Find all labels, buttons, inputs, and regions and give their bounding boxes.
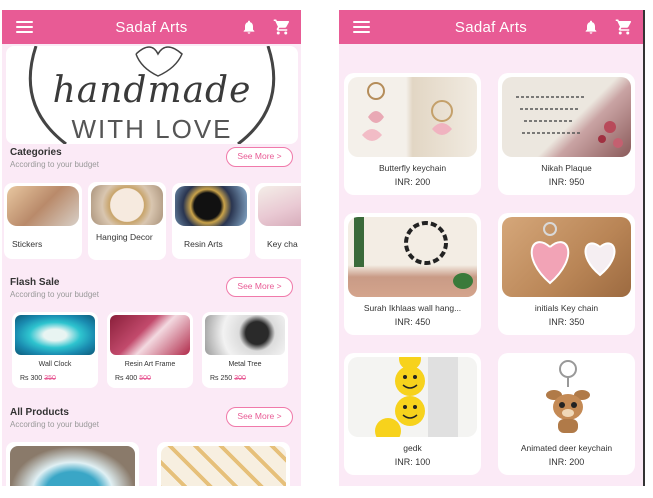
product-card[interactable]	[6, 442, 139, 486]
product-name: Butterfly keychain	[378, 163, 447, 173]
category-card-stickers[interactable]: Stickers	[4, 183, 82, 259]
heart-keychain-decoration	[530, 222, 616, 285]
category-card-hanging-decor[interactable]: Hanging Decor	[88, 182, 166, 260]
all-products-title: All Products	[10, 407, 69, 418]
smiley-sticker-roll	[375, 357, 458, 437]
product-image	[161, 446, 286, 486]
product-price: Rs 400 500	[115, 375, 151, 382]
product-name: Metal Tree	[228, 361, 262, 368]
product-image	[502, 217, 631, 297]
category-label: Key cha	[267, 239, 298, 249]
resin-arts-image	[175, 186, 247, 226]
product-price: Rs 250 300	[210, 375, 246, 382]
home-screen: Sadaf Arts handmade WITH LOVE Categories…	[2, 10, 301, 486]
category-label: Resin Arts	[184, 239, 223, 249]
product-image	[348, 357, 477, 437]
flash-sale-subtitle: According to your budget	[10, 290, 99, 299]
product-card-initials-keychain[interactable]: initials Key chain INR: 350	[498, 213, 635, 335]
flash-sale-card-resin-art-frame[interactable]: Resin Art Frame Rs 400 500	[107, 312, 193, 388]
flash-sale-title: Flash Sale	[10, 277, 60, 288]
keychains-image	[258, 186, 301, 226]
cart-icon[interactable]	[615, 18, 633, 36]
product-price: Rs 300 350	[20, 375, 56, 382]
product-name: initials Key chain	[534, 303, 599, 313]
product-image	[348, 77, 477, 157]
banner-script-text: handmade	[52, 70, 252, 111]
product-price: INR: 200	[394, 177, 431, 187]
product-image	[502, 357, 631, 437]
product-card-animated-deer-keychain[interactable]: Animated deer keychain INR: 200	[498, 353, 635, 475]
product-card-surah-ikhlaas[interactable]: Surah Ikhlaas wall hang... INR: 450	[344, 213, 481, 335]
product-image	[348, 217, 477, 297]
product-image	[10, 446, 135, 486]
products-screen: Sadaf Arts Butterfly keychain INR: 200 N…	[339, 10, 645, 486]
product-name: Nikah Plaque	[541, 163, 592, 173]
calligraphy-decoration	[354, 217, 473, 289]
categories-title: Categories	[10, 147, 62, 158]
category-label: Hanging Decor	[96, 232, 153, 242]
categories-see-more-button[interactable]: See More >	[226, 147, 293, 167]
category-card-resin-arts[interactable]: Resin Arts	[172, 183, 250, 259]
product-name: Surah Ikhlaas wall hang...	[363, 303, 462, 313]
product-price: INR: 450	[394, 317, 431, 327]
product-price: INR: 100	[394, 457, 431, 467]
stickers-image	[7, 186, 79, 226]
wall-clock-image	[15, 315, 95, 355]
all-products-see-more-button[interactable]: See More >	[226, 407, 293, 427]
category-label: Stickers	[12, 239, 43, 249]
app-bar: Sadaf Arts	[339, 10, 643, 44]
hero-banner[interactable]: handmade WITH LOVE	[6, 46, 298, 144]
category-card-keychains[interactable]: Key cha	[255, 183, 301, 259]
flash-sale-card-metal-tree[interactable]: Metal Tree Rs 250 300	[202, 312, 288, 388]
cart-icon[interactable]	[273, 18, 291, 36]
all-products-subtitle: According to your budget	[10, 420, 99, 429]
deer-keychain-icon	[546, 360, 590, 433]
app-bar: Sadaf Arts	[2, 10, 301, 44]
keychain-icon	[362, 82, 453, 141]
product-name: Wall Clock	[38, 361, 72, 368]
plaque-text-decoration	[516, 96, 623, 148]
product-name: gedk	[403, 443, 422, 453]
product-image	[502, 77, 631, 157]
metal-tree-image	[205, 315, 285, 355]
product-card[interactable]	[157, 442, 290, 486]
product-price: INR: 200	[548, 457, 585, 467]
product-card-gedk[interactable]: gedk INR: 100	[344, 353, 481, 475]
product-price: INR: 950	[548, 177, 585, 187]
product-card-butterfly-keychain[interactable]: Butterfly keychain INR: 200	[344, 73, 481, 195]
bell-icon[interactable]	[241, 19, 257, 35]
product-price: INR: 350	[548, 317, 585, 327]
banner-sub-text: WITH LOVE	[71, 114, 233, 144]
flash-sale-card-wall-clock[interactable]: Wall Clock Rs 300 350	[12, 312, 98, 388]
bell-icon[interactable]	[583, 19, 599, 35]
categories-subtitle: According to your budget	[10, 160, 99, 169]
product-name: Animated deer keychain	[520, 443, 613, 453]
product-name: Resin Art Frame	[124, 361, 176, 368]
hanging-decor-image	[91, 185, 163, 225]
product-card-nikah-plaque[interactable]: Nikah Plaque INR: 950	[498, 73, 635, 195]
resin-art-frame-image	[110, 315, 190, 355]
flash-sale-see-more-button[interactable]: See More >	[226, 277, 293, 297]
